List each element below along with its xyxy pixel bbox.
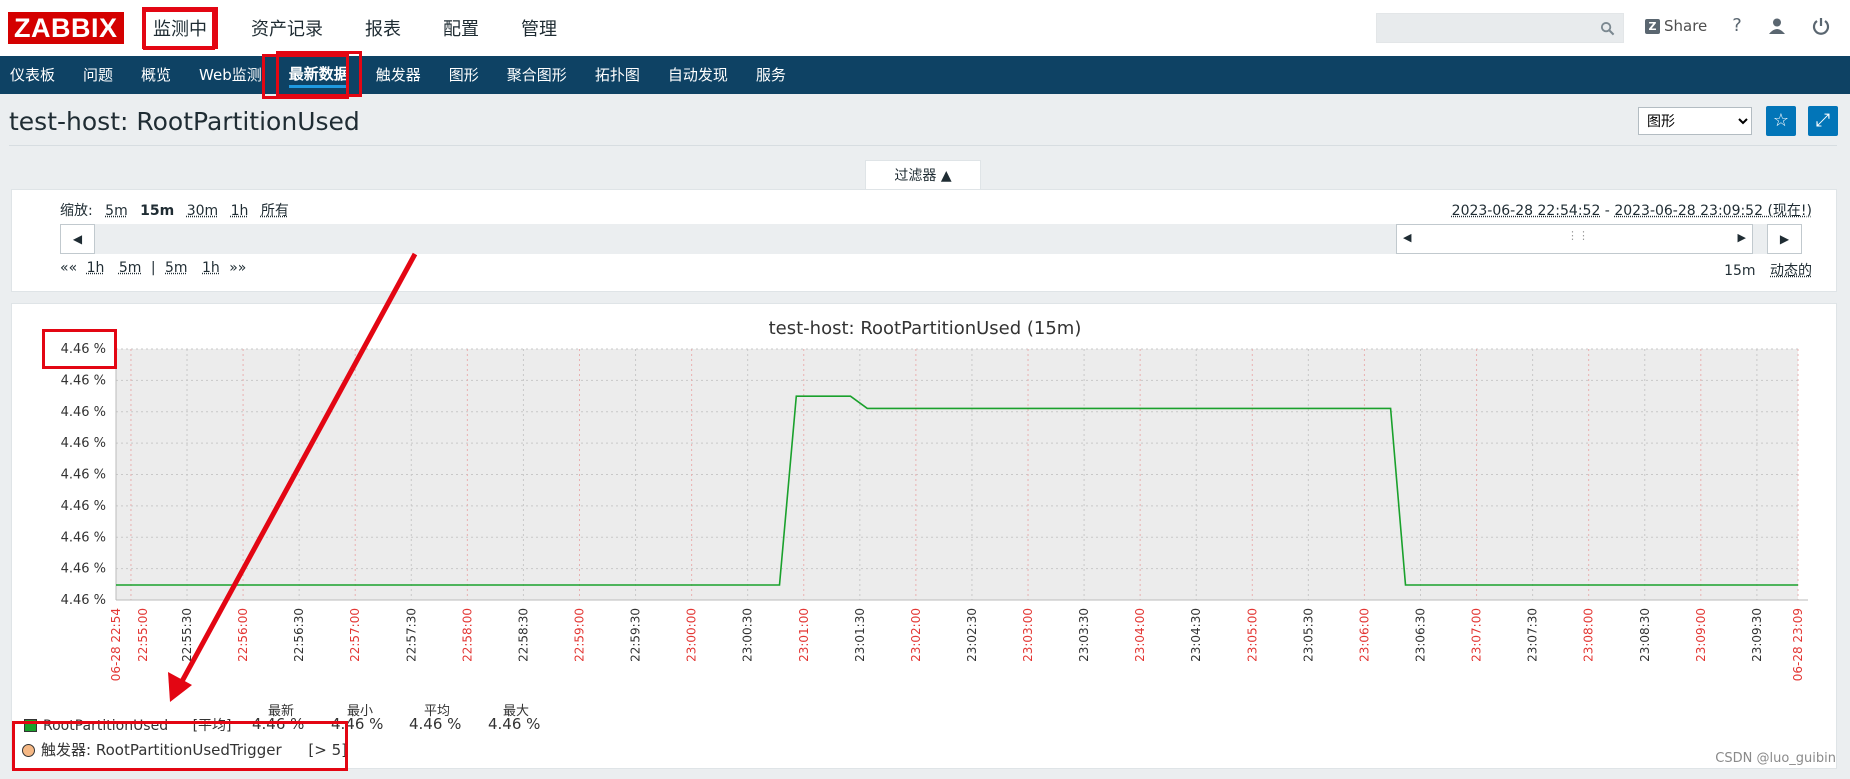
annotation-arrow-icon	[168, 252, 418, 702]
watermark-text: CSDN @luo_guibin	[1715, 751, 1836, 766]
